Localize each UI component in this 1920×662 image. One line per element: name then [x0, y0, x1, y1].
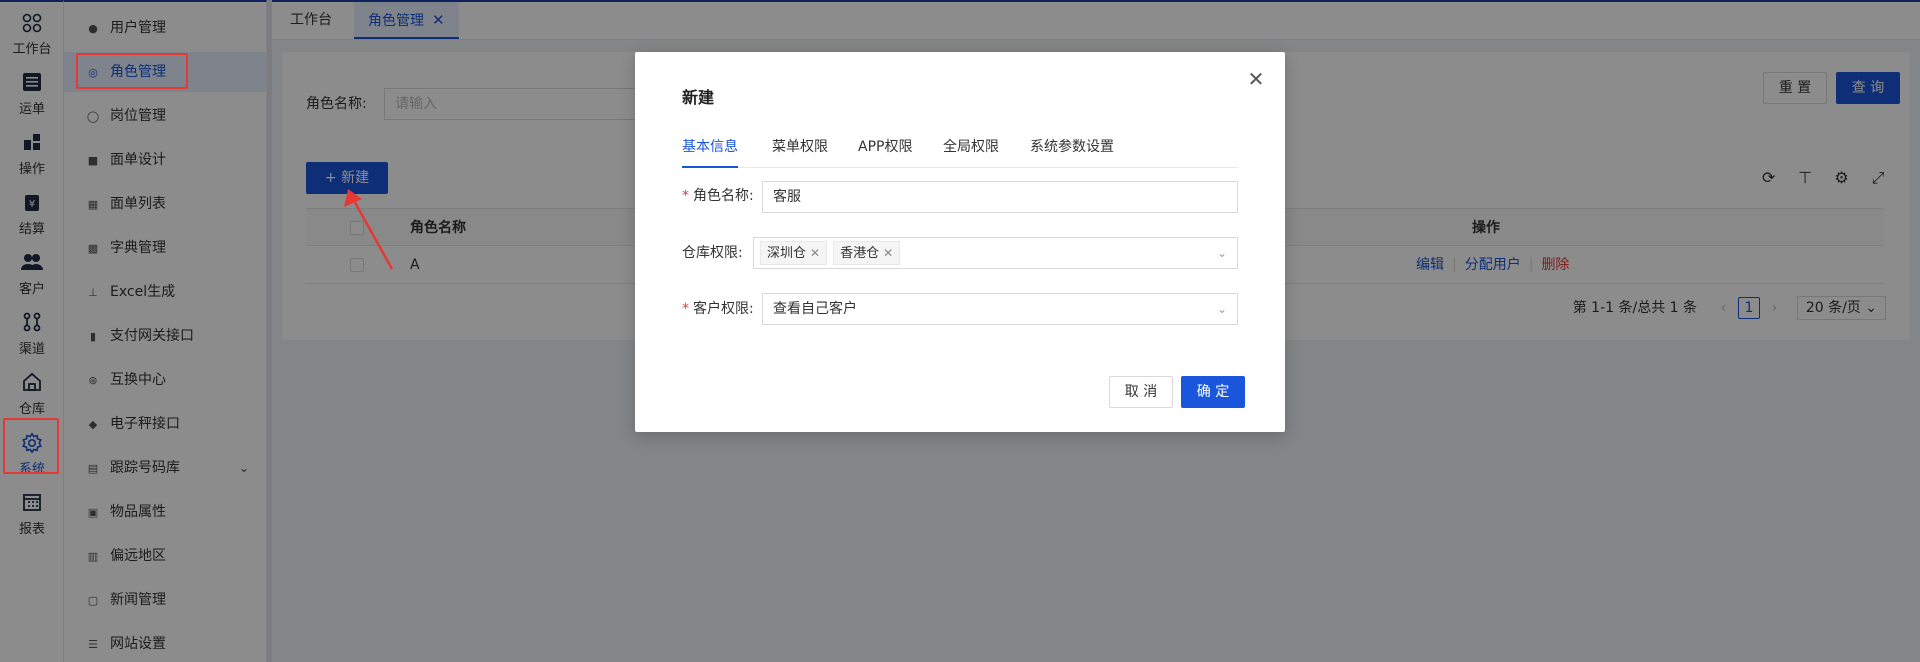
- warehouse-tag: 深圳仓 ✕: [760, 241, 828, 265]
- dialog-tabs: 基本信息 菜单权限 APP权限 全局权限 系统参数设置: [682, 132, 1238, 168]
- dialog-title: 新建: [682, 88, 715, 107]
- tab-basic-info[interactable]: 基本信息: [682, 132, 738, 168]
- warehouse-permission-select[interactable]: 深圳仓 ✕ 香港仓 ✕ ⌄: [753, 237, 1238, 269]
- remove-tag-icon[interactable]: ✕: [810, 246, 820, 260]
- role-name-field-label: * 角色名称:: [682, 180, 754, 212]
- tag-label: 香港仓: [840, 246, 880, 261]
- annotation-arrow: [344, 189, 394, 270]
- warehouse-permission-label: 仓库权限:: [682, 245, 743, 261]
- cancel-button[interactable]: 取 消: [1109, 376, 1173, 408]
- tab-system-params[interactable]: 系统参数设置: [1030, 132, 1114, 168]
- customer-permission-value: 查看自己客户: [773, 301, 857, 317]
- required-mark: *: [682, 188, 689, 204]
- tab-app-permissions[interactable]: APP权限: [858, 132, 912, 168]
- close-icon[interactable]: ✕: [1245, 68, 1267, 90]
- role-name-field[interactable]: 客服: [762, 181, 1238, 213]
- confirm-button[interactable]: 确 定: [1181, 376, 1245, 408]
- remove-tag-icon[interactable]: ✕: [883, 246, 893, 260]
- role-name-value: 客服: [773, 189, 801, 205]
- warehouse-tag: 香港仓 ✕: [833, 241, 901, 265]
- customer-permission-select[interactable]: 查看自己客户 ⌄: [762, 293, 1238, 325]
- tag-label: 深圳仓: [767, 246, 807, 261]
- customer-permission-label: * 客户权限:: [682, 293, 754, 325]
- tab-menu-permissions[interactable]: 菜单权限: [772, 132, 828, 168]
- chevron-down-icon: ⌄: [1216, 302, 1227, 316]
- tab-global-permissions[interactable]: 全局权限: [943, 132, 999, 168]
- required-mark: *: [682, 301, 689, 317]
- field-label-text: 角色名称:: [693, 188, 754, 204]
- field-label-text: 客户权限:: [693, 301, 754, 317]
- new-role-dialog: 新建 ✕ 基本信息 菜单权限 APP权限 全局权限 系统参数设置 * 角色名称: …: [635, 52, 1285, 432]
- chevron-down-icon: ⌄: [1216, 246, 1227, 260]
